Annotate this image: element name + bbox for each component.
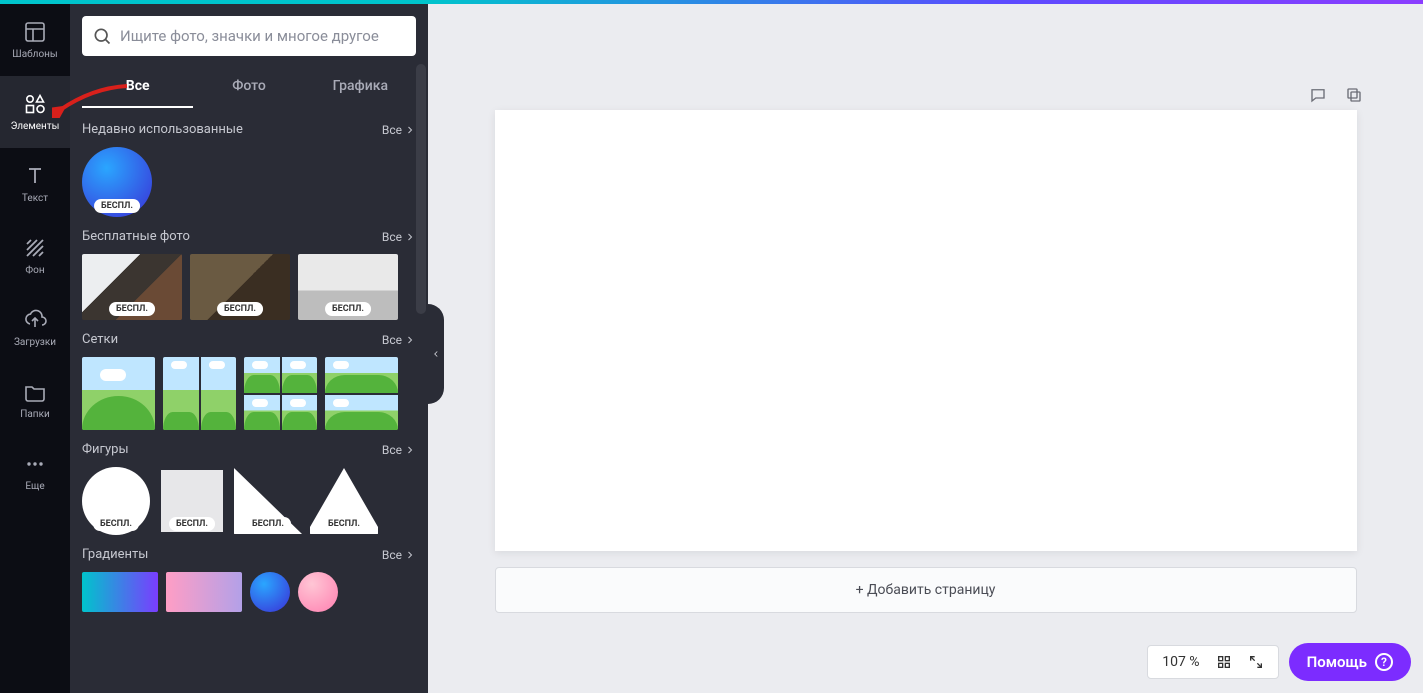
free-badge: БЕСПЛ.: [93, 517, 139, 531]
nav-rail: Шаблоны Элементы Текст Фон Загрузки Папк…: [0, 4, 70, 693]
free-badge: БЕСПЛ.: [217, 302, 263, 316]
shape-right-triangle[interactable]: БЕСПЛ.: [234, 467, 302, 535]
uploads-icon: [23, 308, 47, 332]
recent-item-1[interactable]: БЕСПЛ.: [82, 147, 152, 217]
section-shapes: Фигуры Все БЕСПЛ. БЕСПЛ. БЕСПЛ. БЕСПЛ.: [82, 442, 416, 535]
panel-scroll[interactable]: Недавно использованные Все БЕСПЛ. Бесп: [70, 108, 428, 693]
nav-text[interactable]: Текст: [0, 148, 70, 220]
comments-icon[interactable]: [1309, 86, 1327, 104]
photo-item-3[interactable]: БЕСПЛ.: [298, 254, 398, 320]
free-badge: БЕСПЛ.: [245, 517, 291, 531]
chevron-right-icon: [404, 444, 416, 456]
section-recent-all[interactable]: Все: [382, 123, 416, 137]
canvas-area[interactable]: + Добавить страницу 107 % Помощь ?: [428, 4, 1423, 693]
nav-folders-label: Папки: [20, 409, 50, 420]
fullscreen-icon[interactable]: [1248, 654, 1264, 670]
section-free-photos-title: Бесплатные фото: [82, 229, 190, 244]
gradient-item-2[interactable]: [166, 572, 242, 612]
free-badge: БЕСПЛ.: [321, 517, 367, 531]
page-canvas[interactable]: [495, 110, 1357, 551]
section-free-photos: Бесплатные фото Все БЕСПЛ. БЕСПЛ. БЕСПЛ.: [82, 229, 416, 320]
chevron-left-icon: [431, 349, 441, 359]
help-label: Помощь: [1307, 653, 1367, 671]
duplicate-icon[interactable]: [1345, 86, 1363, 104]
elements-panel: Все Фото Графика Недавно использованные …: [70, 4, 428, 693]
text-icon: [23, 164, 47, 188]
gradient-item-4[interactable]: [298, 572, 338, 612]
tab-photo[interactable]: Фото: [193, 68, 304, 108]
zoom-control[interactable]: 107 %: [1147, 645, 1278, 679]
nav-elements[interactable]: Элементы: [0, 76, 70, 148]
grid-item-3[interactable]: [244, 357, 317, 430]
chevron-right-icon: [404, 124, 416, 136]
nav-elements-label: Элементы: [11, 121, 60, 132]
grid-item-2[interactable]: [163, 357, 236, 430]
search-input[interactable]: [120, 27, 406, 45]
nav-more[interactable]: Еще: [0, 436, 70, 508]
background-icon: [23, 236, 47, 260]
chevron-right-icon: [404, 334, 416, 346]
section-recent-title: Недавно использованные: [82, 122, 243, 137]
free-badge: БЕСПЛ.: [109, 302, 155, 316]
free-badge: БЕСПЛ.: [325, 302, 371, 316]
search-icon: [92, 26, 112, 46]
section-grids-title: Сетки: [82, 332, 118, 347]
grid-thumb: [82, 357, 155, 430]
gradient-thumb: [250, 572, 290, 612]
section-recent: Недавно использованные Все БЕСПЛ.: [82, 122, 416, 217]
gradient-thumb: [166, 572, 242, 612]
photo-item-1[interactable]: БЕСПЛ.: [82, 254, 182, 320]
nav-templates-label: Шаблоны: [12, 49, 57, 60]
nav-uploads-label: Загрузки: [14, 337, 56, 348]
section-gradients-all[interactable]: Все: [382, 548, 416, 562]
tab-graphics[interactable]: Графика: [305, 68, 416, 108]
free-badge: БЕСПЛ.: [169, 517, 215, 531]
more-icon: [23, 452, 47, 476]
chevron-right-icon: [404, 549, 416, 561]
section-gradients-title: Градиенты: [82, 547, 148, 562]
add-page-button[interactable]: + Добавить страницу: [495, 567, 1357, 613]
elements-icon: [23, 92, 47, 116]
gradient-thumb: [298, 572, 338, 612]
nav-templates[interactable]: Шаблоны: [0, 4, 70, 76]
shape-square[interactable]: БЕСПЛ.: [158, 467, 226, 535]
section-shapes-all[interactable]: Все: [382, 443, 416, 457]
nav-background-label: Фон: [25, 265, 44, 276]
section-grids-all[interactable]: Все: [382, 333, 416, 347]
nav-folders[interactable]: Папки: [0, 364, 70, 436]
gradient-thumb: [82, 572, 158, 612]
chevron-right-icon: [404, 231, 416, 243]
gradient-item-3[interactable]: [250, 572, 290, 612]
shape-triangle[interactable]: БЕСПЛ.: [310, 467, 378, 535]
shape-circle[interactable]: БЕСПЛ.: [82, 467, 150, 535]
grid-view-icon[interactable]: [1216, 654, 1232, 670]
section-gradients: Градиенты Все: [82, 547, 416, 612]
section-grids: Сетки Все: [82, 332, 416, 430]
folders-icon: [23, 380, 47, 404]
help-icon: ?: [1375, 653, 1393, 671]
free-badge: БЕСПЛ.: [94, 199, 140, 213]
nav-text-label: Текст: [22, 193, 48, 204]
search-input-wrap[interactable]: [82, 16, 416, 56]
grid-item-4[interactable]: [325, 357, 398, 430]
page-toolbar: [1309, 86, 1363, 104]
nav-uploads[interactable]: Загрузки: [0, 292, 70, 364]
panel-tabs: Все Фото Графика: [70, 68, 428, 108]
grid-item-1[interactable]: [82, 357, 155, 430]
tab-all[interactable]: Все: [82, 68, 193, 108]
help-button[interactable]: Помощь ?: [1289, 643, 1411, 681]
nav-more-label: Еще: [25, 481, 44, 492]
photo-item-2[interactable]: БЕСПЛ.: [190, 254, 290, 320]
zoom-value: 107 %: [1162, 654, 1199, 670]
templates-icon: [23, 20, 47, 44]
section-shapes-title: Фигуры: [82, 442, 129, 457]
collapse-panel-button[interactable]: [428, 304, 444, 404]
section-free-photos-all[interactable]: Все: [382, 230, 416, 244]
nav-background[interactable]: Фон: [0, 220, 70, 292]
gradient-item-1[interactable]: [82, 572, 158, 612]
